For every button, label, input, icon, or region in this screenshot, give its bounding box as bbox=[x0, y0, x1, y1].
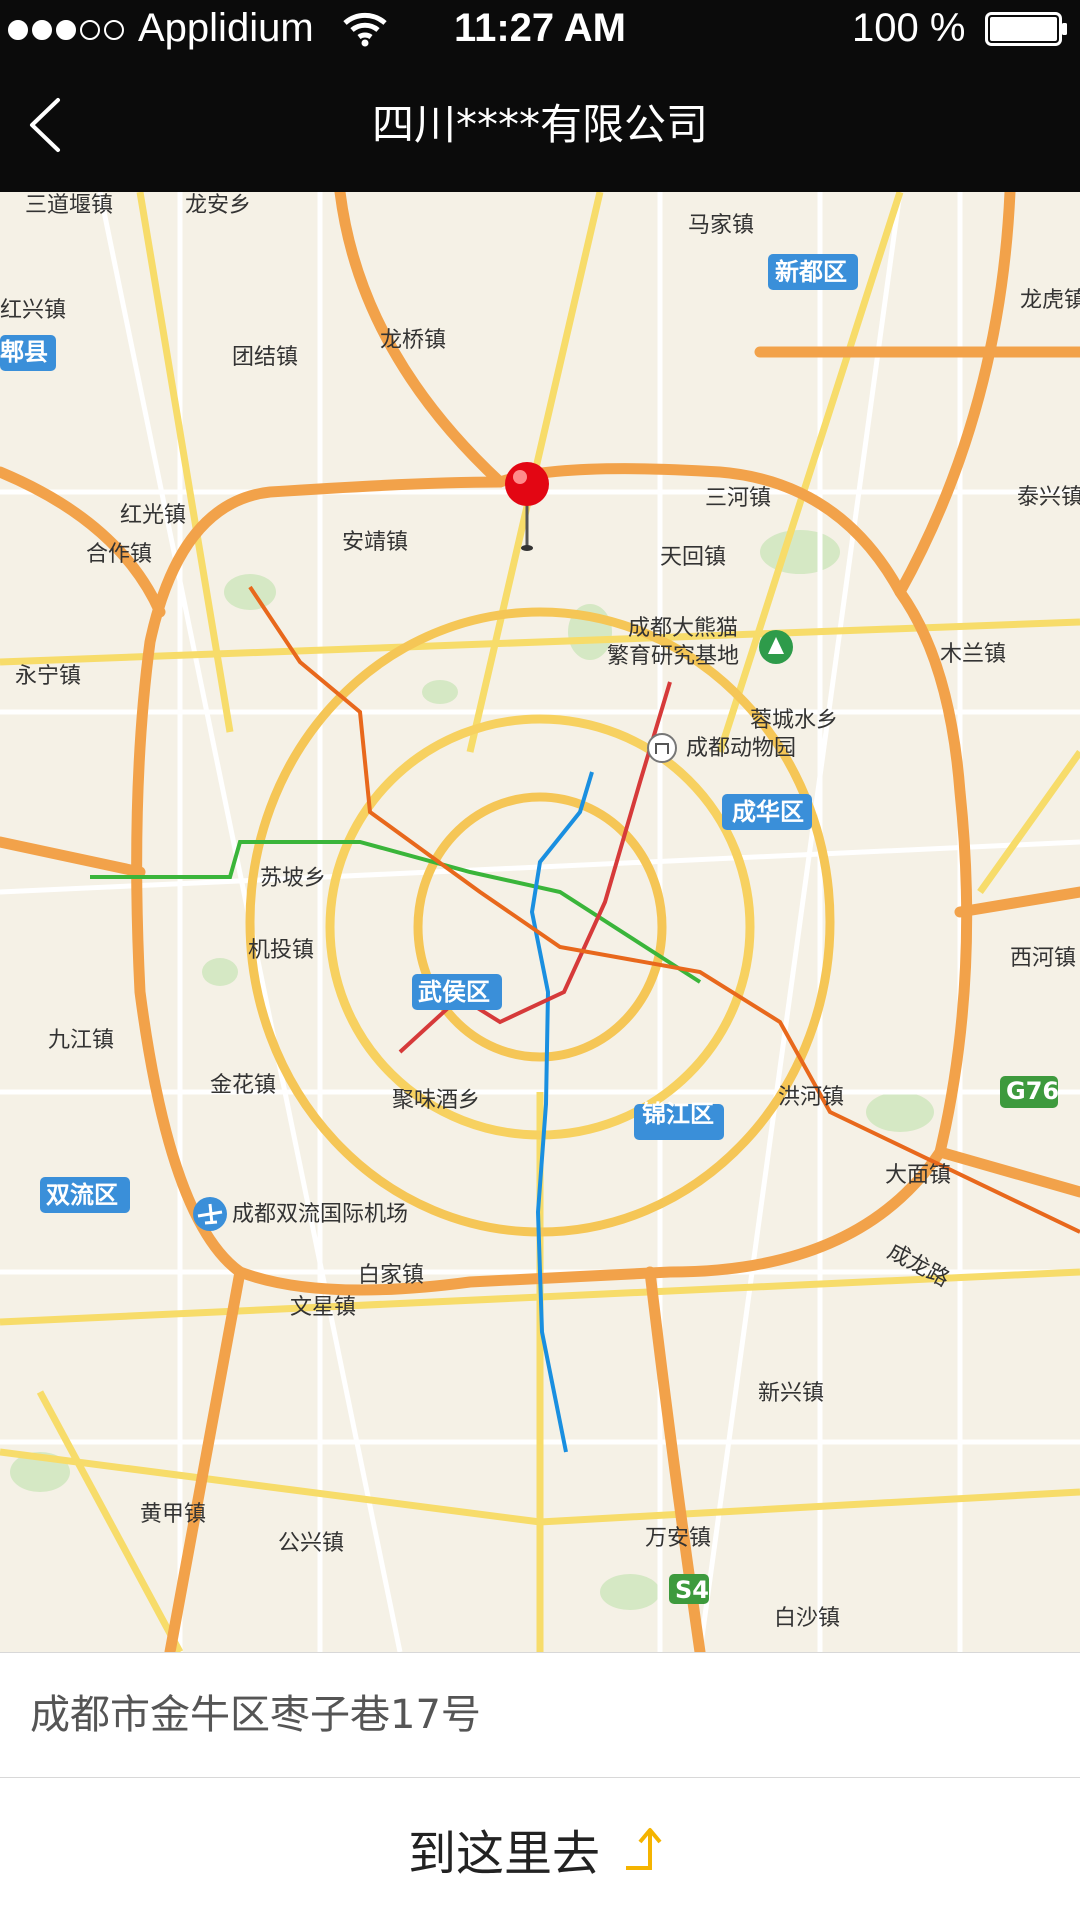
map-label: 大面镇 bbox=[885, 1163, 951, 1188]
map-pin-icon[interactable] bbox=[505, 462, 549, 551]
map-label: 成都双流国际机场 bbox=[232, 1202, 408, 1227]
airport-icon bbox=[193, 1197, 227, 1231]
map-label: 西河镇 bbox=[1010, 946, 1076, 971]
map-label: 双流区 bbox=[46, 1181, 118, 1209]
secondary-roads bbox=[0, 192, 1080, 1652]
map-label: 黄甲镇 bbox=[140, 1502, 206, 1527]
map-label: 成都大熊猫 bbox=[628, 616, 738, 641]
map-label: 聚味酒乡 bbox=[392, 1088, 480, 1113]
address-text: 成都市金牛区枣子巷17号 bbox=[30, 1692, 481, 1738]
page-title: 四川****有限公司 bbox=[371, 100, 708, 149]
map-label: 文星镇 bbox=[290, 1295, 356, 1320]
map-label: 马家镇 bbox=[688, 213, 754, 238]
park-icon bbox=[759, 630, 793, 664]
chevron-left-icon[interactable] bbox=[14, 78, 84, 168]
map-label: 公兴镇 bbox=[278, 1531, 344, 1556]
map-label: 锦江区 bbox=[642, 1100, 714, 1128]
map-label: 万安镇 bbox=[645, 1526, 711, 1551]
map-label: 机投镇 bbox=[248, 938, 314, 963]
map-label: 新都区 bbox=[775, 258, 847, 286]
map-label: G76 bbox=[1006, 1077, 1059, 1105]
map-label: 繁育研究基地 bbox=[607, 644, 739, 669]
zoo-icon bbox=[647, 733, 677, 763]
map-label: 合作镇 bbox=[86, 542, 152, 567]
map-label: 龙桥镇 bbox=[380, 328, 446, 353]
map-label: 红光镇 bbox=[120, 503, 186, 528]
map-label: 九江镇 bbox=[48, 1028, 114, 1053]
address-row: 成都市金牛区枣子巷17号 bbox=[0, 1652, 1080, 1778]
map-label: 苏坡乡 bbox=[260, 866, 326, 891]
inner-ring-roads bbox=[245, 607, 835, 1237]
map-label: 龙虎镇 bbox=[1020, 288, 1080, 313]
battery-percentage: 100 % bbox=[852, 6, 966, 50]
directions-button[interactable]: 到这里去 bbox=[0, 1778, 1080, 1920]
map-label: 白家镇 bbox=[358, 1263, 424, 1288]
map-label: 成华区 bbox=[732, 798, 804, 826]
map-label: 蓉城水乡 bbox=[750, 708, 838, 733]
map-label: 金花镇 bbox=[210, 1073, 276, 1098]
status-bar: Applidium 11:27 AM 100 % bbox=[0, 0, 1080, 58]
map-label: S4 bbox=[675, 1576, 709, 1604]
map-label: 红兴镇 bbox=[0, 298, 66, 323]
map-label: 龙安乡 bbox=[185, 193, 251, 218]
district-badges bbox=[0, 254, 1058, 1604]
map-label: 永宁镇 bbox=[15, 664, 81, 689]
map-label: 泰兴镇 bbox=[1017, 485, 1080, 510]
navigation-bar: 四川****有限公司 bbox=[0, 58, 1080, 192]
map-label: 天回镇 bbox=[660, 545, 726, 570]
battery-icon bbox=[985, 12, 1067, 46]
map-view[interactable]: 三道堰镇 龙安乡马家镇红兴镇 新都区龙虎镇团结镇 龙桥镇 郫县三河镇 泰兴镇红光镇安靖镇 合… bbox=[0, 192, 1080, 1652]
directions-label: 到这里去 bbox=[407, 1826, 600, 1882]
map-label: 成都动物园 bbox=[686, 736, 796, 761]
map-label: 安靖镇 bbox=[342, 530, 408, 555]
map-label: 郫县 bbox=[0, 338, 48, 366]
map-label: 成龙路 bbox=[883, 1239, 953, 1292]
map-label: 武侯区 bbox=[418, 978, 490, 1006]
map-canvas[interactable]: 三道堰镇 龙安乡马家镇红兴镇 新都区龙虎镇团结镇 龙桥镇 郫县三河镇 泰兴镇红光镇安靖镇 合… bbox=[0, 192, 1080, 1652]
map-label: 团结镇 bbox=[232, 345, 298, 370]
map-label: 白沙镇 bbox=[774, 1606, 840, 1631]
turn-right-arrow-icon bbox=[626, 1828, 662, 1870]
map-label: 新兴镇 bbox=[758, 1381, 824, 1406]
map-label: 三河镇 bbox=[705, 486, 771, 511]
map-label: 木兰镇 bbox=[940, 642, 1006, 667]
map-label: 三道堰镇 bbox=[25, 193, 113, 218]
map-label: 洪河镇 bbox=[778, 1085, 844, 1110]
